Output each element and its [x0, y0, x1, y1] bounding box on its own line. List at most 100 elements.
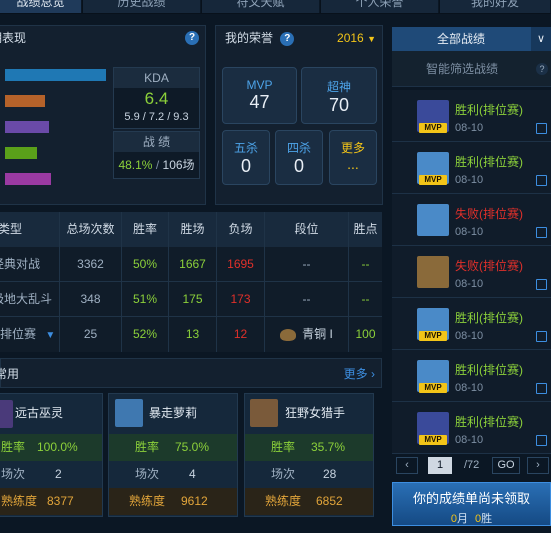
- match-row[interactable]: MVP 胜利(排位赛) 08-10: [392, 350, 551, 402]
- help-icon[interactable]: ?: [185, 31, 199, 45]
- page-input[interactable]: 1: [428, 457, 452, 474]
- honor-value: ...: [347, 156, 359, 172]
- champion-winrate-row: 胜率 75.0%: [109, 434, 237, 461]
- tab-history[interactable]: 历史战绩: [83, 0, 201, 13]
- row-points: 100: [355, 327, 376, 341]
- tab-overview[interactable]: 战绩总览: [0, 0, 82, 13]
- honor-more-button[interactable]: 更多 ...: [329, 130, 377, 185]
- champion-portrait: [0, 400, 13, 428]
- champion-name: 狂野女猎手: [285, 406, 346, 420]
- champions-title: 常用: [0, 367, 20, 381]
- performance-title: 近期表现: [0, 31, 27, 45]
- share-icon[interactable]: [536, 435, 547, 446]
- match-row[interactable]: MVP 胜利(排位赛) 08-10: [392, 298, 551, 350]
- stat-label: 胜率: [1, 440, 26, 454]
- share-icon[interactable]: [536, 227, 547, 238]
- report-card-banner[interactable]: 你的成绩单尚未领取 0月 0胜: [392, 482, 551, 526]
- row-losses: 1695: [217, 247, 265, 282]
- record-label: 战 绩: [114, 132, 199, 152]
- smart-filter-label: 智能筛选战绩: [425, 62, 498, 76]
- champions-more-link[interactable]: 更多 ›: [344, 365, 375, 382]
- match-date: 08-10: [455, 382, 484, 394]
- honor-label: 四杀: [286, 141, 311, 155]
- smart-filter-row[interactable]: 智能筛选战绩 ?: [392, 51, 551, 87]
- chevron-down-icon: ▼: [367, 34, 376, 44]
- stat-label: 熟练度: [129, 494, 166, 508]
- tab-honor[interactable]: 个人荣誉: [321, 0, 439, 13]
- honor-value: 0: [240, 156, 251, 176]
- chevron-down-icon[interactable]: ▼: [45, 330, 55, 341]
- champion-winrate-row: 胜率 100.0%: [0, 434, 102, 461]
- row-winrate: 52%: [122, 317, 169, 352]
- champion-card[interactable]: 狂野女猎手 胜率 35.7% 场次 28 熟练度 6852: [244, 393, 374, 517]
- share-icon[interactable]: [536, 279, 547, 290]
- stats-table: 类型 总场次数 胜率 胜场 负场 段位 胜点 经典对战 3362 50% 166…: [0, 212, 382, 352]
- help-icon[interactable]: ?: [536, 63, 548, 75]
- stat-label: 熟练度: [265, 494, 302, 508]
- champion-card[interactable]: 远古巫灵 胜率 100.0% 场次 2 熟练度 8377: [0, 393, 103, 517]
- match-row[interactable]: MVP 胜利(排位赛) 08-10: [392, 90, 551, 142]
- honors-header: 我的荣誉 ? 2016 ▼: [216, 26, 382, 50]
- stat-value: 4: [189, 467, 196, 481]
- share-icon[interactable]: [536, 331, 547, 342]
- table-row: 经典对战 3362 50% 1667 1695 -- --: [0, 247, 382, 282]
- chevron-down-icon[interactable]: ∨: [531, 27, 551, 51]
- stat-value: 8377: [47, 494, 74, 508]
- kda-box: KDA 6.4 5.9 / 7.2 / 9.3: [113, 67, 200, 129]
- match-date: 08-10: [455, 122, 484, 134]
- performance-bar: [5, 69, 106, 81]
- stat-label: 胜率: [271, 440, 296, 454]
- honor-mvp[interactable]: MVP 47: [222, 67, 297, 124]
- prev-page-button[interactable]: ‹: [396, 457, 418, 474]
- match-result: 胜利(排位赛): [455, 413, 523, 430]
- share-icon[interactable]: [536, 175, 547, 186]
- match-date: 08-10: [455, 226, 484, 238]
- stat-value: 9612: [181, 494, 208, 508]
- match-row[interactable]: 失败(排位赛) 08-10: [392, 246, 551, 298]
- match-result: 失败(排位赛): [455, 205, 523, 222]
- honor-penta[interactable]: 五杀 0: [222, 130, 270, 185]
- row-type[interactable]: 排位赛 ▼: [0, 317, 60, 352]
- help-icon[interactable]: ?: [280, 31, 295, 46]
- match-filter-select[interactable]: 全部战绩 ∨: [392, 27, 551, 51]
- match-mode: (排位赛): [479, 155, 524, 169]
- performance-bar: [5, 173, 51, 185]
- stat-label: 胜率: [135, 440, 160, 454]
- row-rank: --: [265, 247, 349, 282]
- honor-label: MVP: [246, 78, 273, 92]
- match-date: 08-10: [455, 174, 484, 186]
- table-row[interactable]: 排位赛 ▼ 25 52% 13 12 青铜 I 100: [0, 317, 382, 352]
- honor-legendary[interactable]: 超神 70: [301, 67, 377, 124]
- stat-value: 6852: [316, 494, 343, 508]
- share-icon[interactable]: [536, 123, 547, 134]
- champion-mastery-row: 熟练度 9612: [109, 488, 237, 515]
- honor-label: 超神: [326, 80, 351, 94]
- next-page-button[interactable]: ›: [527, 457, 549, 474]
- top-tab-bar: 战绩总览 历史战绩 符文天赋 个人荣誉 我的好友: [0, 0, 551, 14]
- honor-label: 更多: [340, 141, 365, 155]
- champion-name: 暴走萝莉: [149, 406, 198, 420]
- tab-friends[interactable]: 我的好友: [440, 0, 551, 13]
- row-rank-label: 青铜 I: [302, 327, 333, 341]
- match-date: 08-10: [455, 330, 484, 342]
- row-total: 25: [60, 317, 122, 352]
- champion-card[interactable]: 暴走萝莉 胜率 75.0% 场次 4 熟练度 9612: [108, 393, 238, 517]
- share-icon[interactable]: [536, 383, 547, 394]
- match-row[interactable]: MVP 胜利(排位赛) 08-10: [392, 142, 551, 194]
- champion-games-row: 场次 28: [245, 461, 373, 488]
- match-result-label: 失败: [455, 207, 480, 221]
- bronze-rank-icon: [280, 328, 297, 341]
- go-button[interactable]: GO: [492, 457, 520, 474]
- col-points: 胜点: [349, 212, 382, 247]
- tab-runes[interactable]: 符文天赋: [202, 0, 320, 13]
- page-total: /72: [464, 459, 480, 471]
- match-date: 08-10: [455, 434, 484, 446]
- match-row[interactable]: MVP 胜利(排位赛) 08-10: [392, 402, 551, 454]
- col-type: 类型: [0, 212, 60, 247]
- performance-bar: [5, 121, 49, 133]
- year-select[interactable]: 2016 ▼: [337, 26, 376, 51]
- stat-label: 熟练度: [1, 494, 38, 508]
- honor-quadra[interactable]: 四杀 0: [275, 130, 323, 185]
- match-row[interactable]: 失败(排位赛) 08-10: [392, 194, 551, 246]
- performance-bar: [5, 147, 37, 159]
